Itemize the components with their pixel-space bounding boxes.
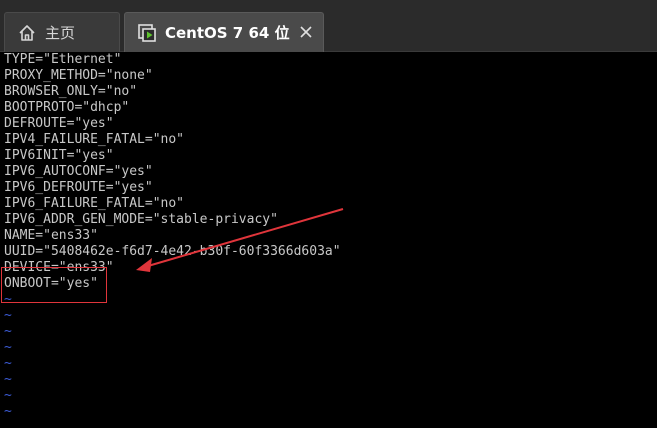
config-line: IPV6_FAILURE_FATAL="no" [4,196,185,211]
config-line: IPV6_DEFROUTE="yes" [4,180,153,195]
config-line: IPV6_AUTOCONF="yes" [4,164,153,179]
config-line: PROXY_METHOD="none" [4,68,153,83]
empty-line-tilde: ~ [4,324,12,339]
close-icon[interactable] [297,23,315,41]
annotation-highlight-box [1,267,107,303]
empty-line-tilde: ~ [4,388,12,403]
tab-home[interactable]: 主页 [4,12,120,52]
config-line: UUID="5408462e-f6d7-4e42-b30f-60f3366d60… [4,244,341,259]
empty-line-tilde: ~ [4,308,12,323]
empty-line-tilde: ~ [4,372,12,387]
empty-line-tilde: ~ [4,356,12,371]
config-line: NAME="ens33" [4,228,98,243]
config-line: BOOTPROTO="dhcp" [4,100,130,115]
empty-line-tilde: ~ [4,340,12,355]
tab-centos-vm[interactable]: CentOS 7 64 位 [124,12,324,52]
tab-vm-label: CentOS 7 64 位 [165,24,290,42]
tab-home-label: 主页 [45,24,76,42]
tab-bar: 主页 CentOS 7 64 位 [0,0,657,52]
config-line: IPV6INIT="yes" [4,148,114,163]
home-icon [19,24,35,41]
config-line: BROWSER_ONLY="no" [4,84,138,99]
empty-line-tilde: ~ [4,404,12,419]
config-line: TYPE="Ethernet" [4,52,122,67]
vm-icon [138,23,156,42]
annotation-arrow-head [136,258,152,272]
terminal-screen[interactable]: TYPE="Ethernet" PROXY_METHOD="none" BROW… [0,52,657,428]
config-line: DEFROUTE="yes" [4,116,114,131]
config-line: IPV6_ADDR_GEN_MODE="stable-privacy" [4,212,278,227]
config-line: IPV4_FAILURE_FATAL="no" [4,132,185,147]
